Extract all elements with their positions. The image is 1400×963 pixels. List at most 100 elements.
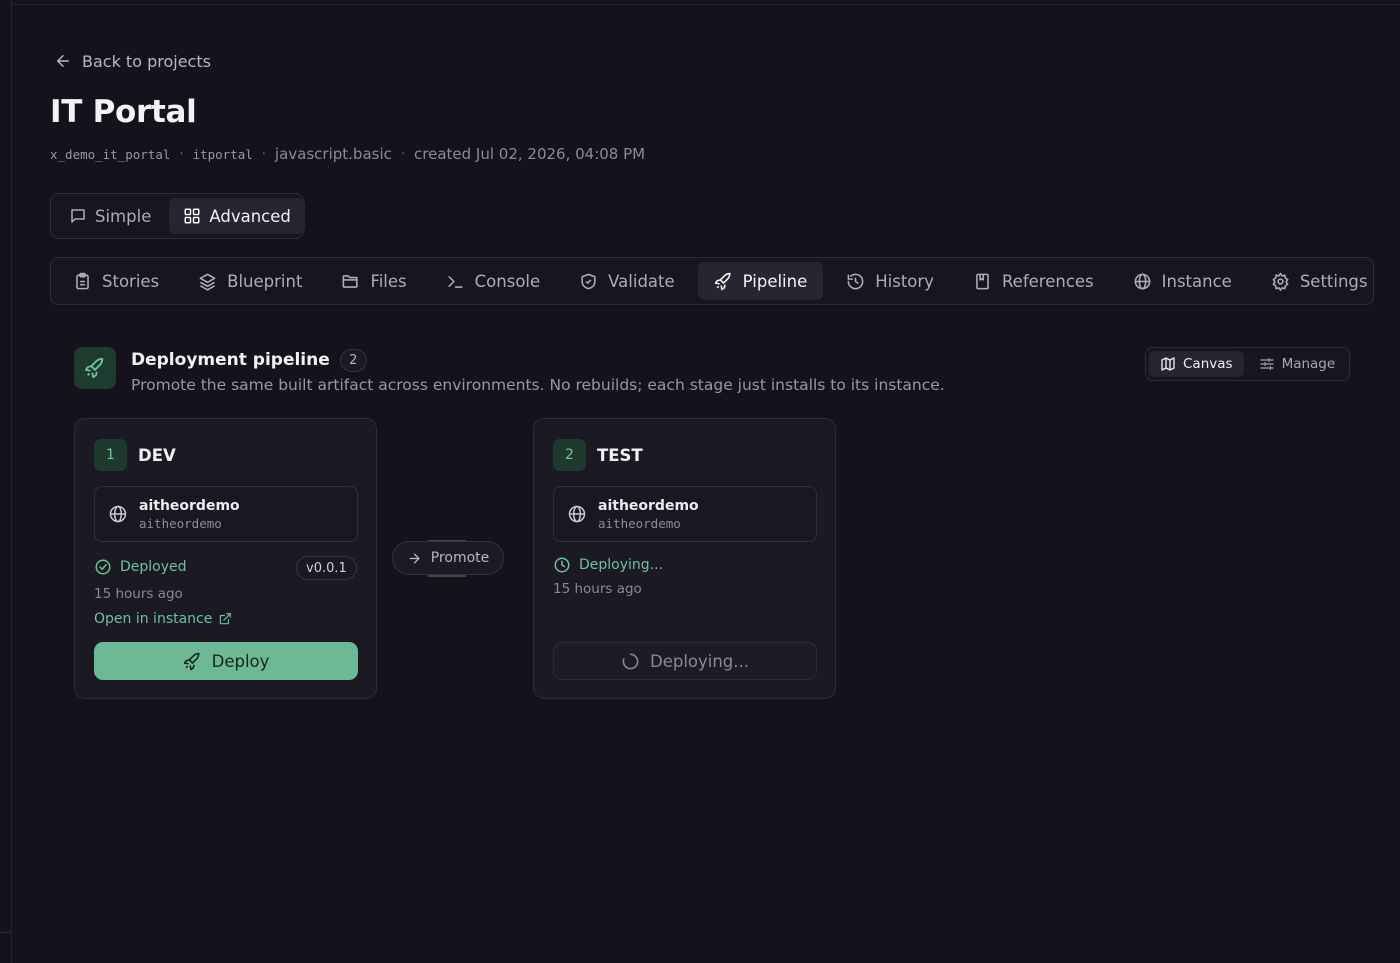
project-meta: x_demo_it_portal · itportal · javascript… [50,144,645,164]
mode-simple-label: Simple [95,206,152,226]
back-to-projects-link[interactable]: Back to projects [54,50,211,72]
tab-label: Stories [102,271,160,291]
view-switch: Canvas Manage [1145,347,1350,381]
tab-label: Console [474,271,541,291]
project-slug: itportal [192,146,253,162]
view-canvas-button[interactable]: Canvas [1149,351,1244,377]
pipeline-description: Promote the same built artifact across e… [131,376,945,394]
meta-separator: · [261,146,266,162]
meta-separator: · [400,146,406,162]
tab-label: History [875,271,934,291]
pipeline-title: Deployment pipeline [131,350,330,370]
deploy-button[interactable]: Deploy [94,642,358,680]
app-frame: Back to projects IT Portal x_demo_it_por… [0,0,1400,963]
promote-connector-bottom [428,575,466,577]
instance-name: aitheordemo [139,497,240,514]
page-title: IT Portal [50,94,197,130]
stage-number: 1 [94,439,127,471]
project-template: javascript.basic [274,145,392,163]
shield-check-icon [581,273,596,289]
deploying-button: Deploying... [553,642,817,680]
stage-time-ago: 15 hours ago [94,586,183,602]
deploying-button-label: Deploying... [649,651,750,671]
view-canvas-label: Canvas [1183,356,1233,372]
pipeline-section-icon [74,347,116,389]
tab-validate[interactable]: Validate [563,262,691,300]
tab-stories[interactable]: Stories [57,262,175,300]
pipeline-header: Deployment pipeline 2 [131,348,367,372]
globe-icon [568,505,586,523]
grid-icon [184,208,200,224]
tab-history[interactable]: History [830,262,950,300]
stage-name: DEV [138,445,176,465]
check-circle-icon [95,559,111,575]
view-manage-label: Manage [1281,356,1336,372]
meta-separator: · [179,146,184,162]
stage-instance: aitheordemo aitheordemo [553,486,817,542]
stage-status: Deployed [94,558,187,576]
mode-advanced-button[interactable]: Advanced [169,198,305,234]
open-link-label: Open in instance [94,611,213,627]
back-link-label: Back to projects [82,51,211,71]
project-tabs: Stories Blueprint Files Console Validate… [50,257,1374,305]
tab-console[interactable]: Console [430,262,557,300]
tab-label: Pipeline [742,271,808,291]
globe-icon [1134,273,1151,289]
tab-label: Blueprint [227,271,303,291]
tab-label: Validate [608,271,675,291]
tab-label: Files [370,271,407,291]
stage-card-test: 2 TEST aitheordemo aitheordemo Deploying… [533,418,836,699]
history-icon [847,273,864,289]
stage-instance: aitheordemo aitheordemo [94,486,358,542]
stage-status: Deploying... [553,556,663,574]
rocket-icon [714,272,731,290]
instance-name: aitheordemo [598,497,699,514]
spinner-icon [622,653,639,669]
folder-icon [343,274,359,288]
mode-advanced-label: Advanced [209,206,291,226]
instance-host: aitheordemo [598,515,681,531]
gear-icon [1272,272,1289,291]
rocket-icon [84,357,104,379]
sliders-icon [1259,358,1274,370]
view-manage-button[interactable]: Manage [1248,351,1347,377]
layers-icon [199,273,216,291]
chat-icon [71,209,85,223]
promote-label: Promote [430,550,490,566]
clipboard-icon [76,272,89,289]
deploy-button-label: Deploy [211,651,270,671]
stage-time-ago: 15 hours ago [553,581,642,597]
mode-simple-button[interactable]: Simple [55,198,165,234]
stage-count-badge: 2 [339,348,367,372]
stage-name: TEST [597,445,643,465]
globe-icon [109,505,127,523]
project-created: created Jul 02, 2026, 04:08 PM [414,145,646,163]
arrow-left-icon [57,55,69,67]
status-label: Deployed [120,559,187,575]
bookmark-icon [976,273,989,289]
tab-label: References [1001,271,1094,291]
map-icon [1161,357,1175,371]
tab-instance[interactable]: Instance [1117,262,1248,300]
project-scope: x_demo_it_portal [50,146,171,162]
clock-icon [554,557,570,573]
tab-files[interactable]: Files [325,262,422,300]
tab-blueprint[interactable]: Blueprint [182,262,318,300]
sidebar-divider [11,0,12,963]
status-label: Deploying... [579,557,664,573]
tab-pipeline[interactable]: Pipeline [697,262,824,300]
instance-host: aitheordemo [139,515,222,531]
mode-switch: Simple Advanced [50,193,305,239]
tab-label: Settings [1299,271,1368,291]
open-in-instance-link[interactable]: Open in instance [94,611,232,627]
sidebar-tick [0,932,11,933]
stage-header: 1 DEV [94,439,176,471]
arrow-right-icon [409,553,420,563]
tab-settings[interactable]: Settings [1255,262,1384,300]
version-badge: v0.0.1 [296,556,357,580]
tab-references[interactable]: References [957,262,1110,300]
promote-button[interactable]: Promote [392,541,504,575]
terminal-icon [448,275,463,288]
external-link-icon [220,613,232,625]
stage-card-dev: 1 DEV aitheordemo aitheordemo Deployed v… [74,418,377,699]
